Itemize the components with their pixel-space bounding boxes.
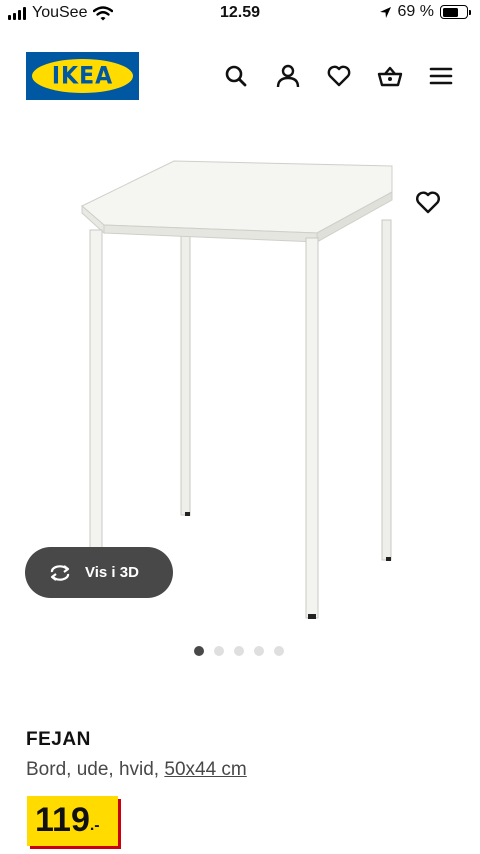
status-bar: YouSee 12.59 69 % — [0, 0, 480, 28]
battery-fill — [442, 7, 459, 17]
product-description: Bord, ude, hvid, 50x44 cm — [26, 759, 247, 781]
favorites-icon[interactable] — [326, 63, 352, 89]
status-right: 69 % — [379, 3, 471, 21]
basket-icon[interactable] — [377, 63, 403, 89]
battery-icon — [440, 5, 471, 19]
gallery-dot[interactable] — [274, 646, 284, 656]
gallery-dot[interactable] — [194, 646, 204, 656]
price-tag: 119 .- — [27, 796, 118, 846]
gallery-dot[interactable] — [254, 646, 264, 656]
product-name: FEJAN — [26, 729, 91, 750]
battery-percent: 69 % — [397, 3, 434, 20]
ikea-logo[interactable]: IKEA — [26, 52, 139, 100]
price-suffix: .- — [89, 817, 100, 834]
add-to-favorites-icon[interactable] — [414, 188, 442, 216]
view-3d-label: Vis i 3D — [85, 564, 139, 581]
logo-oval: IKEA — [32, 59, 133, 93]
rotate-3d-icon — [50, 564, 70, 581]
account-icon[interactable] — [275, 63, 301, 89]
product-gallery[interactable]: Vis i 3D — [0, 130, 480, 640]
view-3d-button[interactable]: Vis i 3D — [25, 547, 173, 598]
product-type: Bord, ude, hvid, — [26, 759, 165, 780]
menu-icon[interactable] — [428, 63, 454, 89]
gallery-dot[interactable] — [234, 646, 244, 656]
gallery-dot[interactable] — [214, 646, 224, 656]
gallery-pagination — [194, 646, 284, 656]
price-integer: 119 — [35, 801, 90, 839]
header: IKEA — [0, 52, 480, 102]
search-icon[interactable] — [223, 63, 249, 89]
product-dimensions-link[interactable]: 50x44 cm — [164, 759, 246, 780]
logo-text: IKEA — [51, 62, 114, 90]
location-arrow-icon — [379, 6, 391, 18]
